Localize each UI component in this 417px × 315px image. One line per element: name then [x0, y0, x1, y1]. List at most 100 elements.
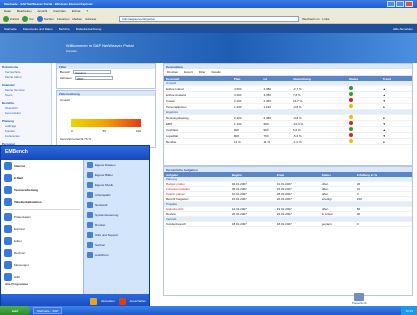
table-cell: Rendite: [164, 138, 232, 145]
close-button[interactable]: [405, 1, 413, 7]
program-label: E-Mail: [14, 176, 23, 180]
start-place-item[interactable]: Arbeitsplatz: [84, 190, 149, 200]
kpi-tool-link[interactable]: Export: [184, 70, 193, 74]
nav-item[interactable]: Kennzahlen: [2, 111, 49, 115]
program-icon: [4, 249, 12, 257]
start-place-item[interactable]: Netzwerk: [84, 200, 149, 210]
header-nav-item[interactable]: Rollenbezeichnung: [76, 27, 102, 31]
table-cell: geplant: [319, 221, 355, 227]
table-row[interactable]: Kundenbesuch 18.01.2007 18.01.2007 geplant 0: [164, 221, 412, 227]
start-place-item[interactable]: Drucker: [84, 220, 149, 230]
nav-item[interactable]: Meine Termine: [2, 88, 49, 92]
status-dot-icon: [349, 139, 353, 143]
filter-select[interactable]: Gesamt: [73, 70, 112, 75]
start-place-item[interactable]: Eigene Musik: [84, 180, 149, 190]
place-label: Ausführen: [95, 253, 109, 257]
nav-section-title[interactable]: Berichte: [2, 101, 49, 105]
maximize-button[interactable]: [396, 1, 404, 7]
nav-item[interactable]: Meine Akten: [2, 75, 49, 79]
forward-button[interactable]: Vor: [22, 15, 34, 22]
start-place-item[interactable]: Systemsteuerung: [84, 210, 149, 220]
menu-item[interactable]: Ansicht: [38, 9, 48, 13]
place-label: Netzwerk: [95, 203, 108, 207]
start-program-item[interactable]: Explorer: [1, 223, 83, 235]
kpi-tool-link[interactable]: Filter: [199, 70, 206, 74]
start-place-item[interactable]: Eigene Bilder: [84, 170, 149, 180]
gauge-label: Umsatz: [60, 98, 71, 102]
nav-section-title[interactable]: Kalender: [2, 83, 49, 87]
place-label: Eigene Musik: [95, 183, 114, 187]
menu-item[interactable]: Datei: [4, 9, 11, 13]
place-label: Eigene Bilder: [95, 173, 113, 177]
kpi-tool-link[interactable]: Drucken: [167, 70, 178, 74]
nav-section: Kalender Meine Termine Team: [2, 83, 49, 97]
place-label: Systemsteuerung: [95, 213, 119, 217]
nav-section: Berichte Übersicht Kennzahlen: [2, 101, 49, 115]
shutdown-button[interactable]: Ausschalten: [130, 299, 146, 303]
start-place-item[interactable]: Eigene Dateien: [84, 160, 149, 170]
folder-icon: [87, 202, 93, 208]
folder-icon: [87, 242, 93, 248]
program-icon: [4, 213, 12, 221]
menu-item[interactable]: ?: [86, 9, 88, 13]
nav-item[interactable]: Team: [2, 93, 49, 97]
header-nav-item[interactable]: Dokumente und Daten: [23, 27, 53, 31]
kpi-tool-link[interactable]: Details: [212, 70, 221, 74]
start-place-item[interactable]: Suchen: [84, 240, 149, 250]
search-button[interactable]: Suchen: [36, 15, 54, 22]
links-label[interactable]: Links: [322, 17, 329, 21]
menu-item[interactable]: Bearbeiten: [17, 9, 32, 13]
place-label: Hilfe und Support: [95, 233, 119, 237]
program-label: Internet: [14, 164, 26, 168]
start-program-item[interactable]: E-Mail: [1, 172, 83, 184]
all-programs-button[interactable]: Alle Programme: [5, 282, 28, 286]
filter-select[interactable]: 2007: [74, 76, 113, 81]
start-program-item[interactable]: Textverarbeitung: [1, 184, 83, 196]
program-icon: [4, 261, 12, 269]
nav-item[interactable]: Aufträge: [2, 124, 49, 128]
taskbar-item[interactable]: Startseite - SAP: [33, 307, 63, 314]
status-dot-icon: [349, 121, 353, 125]
menu-item[interactable]: Extras: [72, 9, 81, 13]
minimize-button[interactable]: [387, 1, 395, 7]
favorites-button[interactable]: Favoriten: [57, 17, 70, 21]
kpi-panel: Kennzahlen Drucken Export Filter Details Ke…: [163, 63, 413, 166]
header-nav-item[interactable]: Startseite: [4, 27, 17, 31]
window-titlebar: Startseite - SAP NetWeaver Portal - Wind…: [0, 0, 417, 8]
start-button[interactable]: start: [0, 306, 30, 315]
gauge-bar: [71, 119, 141, 127]
go-button[interactable]: Wechseln zu: [302, 17, 319, 21]
address-bar[interactable]: http://sapserver/irj/portal: [119, 15, 300, 22]
nav-item[interactable]: Lieferanten: [2, 134, 49, 138]
start-program-item[interactable]: Tabellenkalkulation: [1, 196, 83, 208]
menu-item[interactable]: Favoriten: [53, 9, 66, 13]
start-program-item[interactable]: Editor: [1, 235, 83, 247]
table-row[interactable]: Rendite 12 % 11 % -1,0 % ►: [164, 138, 412, 145]
table-cell: 0: [354, 221, 412, 227]
start-place-item[interactable]: Hilfe und Support: [84, 230, 149, 240]
folder-icon: [87, 182, 93, 188]
start-program-item[interactable]: Messenger: [1, 259, 83, 271]
back-button[interactable]: Zurück: [3, 15, 19, 22]
nav-item[interactable]: Kunden: [2, 129, 49, 133]
program-label: Explorer: [14, 227, 26, 231]
recycle-bin[interactable]: Papierkorb: [352, 293, 367, 305]
start-program-item[interactable]: Präsentation: [1, 211, 83, 223]
nav-section-title[interactable]: Dokumente: [2, 65, 49, 69]
table-cell: 11 %: [261, 138, 291, 145]
start-place-item[interactable]: Ausführen: [84, 250, 149, 260]
separator: [4, 209, 80, 210]
header-nav-item[interactable]: Berichte: [59, 27, 70, 31]
nav-item[interactable]: Verzeichnis: [2, 70, 49, 74]
table-cell: Kundenbesuch: [164, 221, 230, 227]
logoff-button[interactable]: Abmelden: [101, 299, 115, 303]
nav-item[interactable]: Übersicht: [2, 106, 49, 110]
start-menu-places: Eigene Dateien Eigene Bilder Eigene Musik A…: [83, 160, 149, 294]
status-dot-icon: [349, 127, 353, 131]
clock: 10:24: [401, 306, 417, 315]
start-program-item[interactable]: Internet: [1, 160, 83, 172]
header-right-links[interactable]: Hilfe Abmelden: [393, 27, 413, 31]
nav-section-title[interactable]: Planung: [2, 119, 49, 123]
media-button[interactable]: Medien: [72, 17, 82, 21]
start-program-item[interactable]: Rechner: [1, 247, 83, 259]
